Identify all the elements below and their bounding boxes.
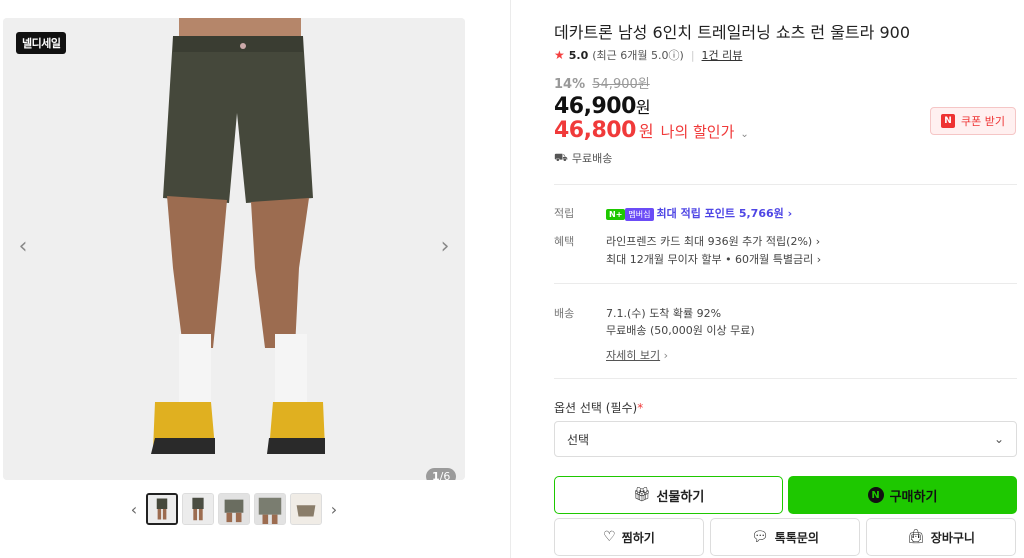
buy-label: 구매하기: [889, 489, 938, 505]
thumbnail-strip: ‹ ›: [126, 493, 342, 525]
image-counter-current: 1: [432, 470, 440, 480]
chevron-right-icon: ›: [663, 349, 669, 362]
option-select[interactable]: 선택 ⌄: [554, 421, 1017, 457]
talk-inquiry-button[interactable]: 💬︎ 톡톡문의: [710, 518, 860, 556]
rating-value: 5.0: [568, 48, 589, 62]
chat-bubble-icon: 💬︎: [751, 529, 769, 545]
gift-label: 선물하기: [656, 489, 705, 505]
thumb-prev-arrow-icon[interactable]: ‹: [126, 500, 142, 519]
heart-icon: ♡: [603, 529, 616, 545]
star-icon: ★: [554, 48, 565, 62]
membership-badge: 멤버십: [625, 207, 654, 221]
cart-icon: 👜︎: [907, 529, 925, 545]
thumbnail-3[interactable]: [218, 493, 250, 525]
delivery-detail-row[interactable]: 자세히 보기 ›: [606, 347, 668, 363]
discount-rate: 14%: [554, 77, 586, 92]
main-product-image[interactable]: 넬디세일 1/6: [3, 18, 465, 480]
buy-button[interactable]: N 구매하기: [788, 476, 1017, 514]
free-shipping-row: ⛟ 무료배송: [554, 150, 612, 166]
benefit-line-1[interactable]: 라인프렌즈 카드 최대 936원 추가 적립(2%) ›: [606, 233, 820, 249]
rating-row: ★ 5.0 (최근 6개월 5.0ⓘ) | 1건 리뷰: [554, 47, 742, 63]
chevron-down-icon: ⌄: [740, 129, 749, 140]
wish-button[interactable]: ♡ 찜하기: [554, 518, 704, 556]
option-label-text: 옵션 선택 (필수): [554, 401, 638, 415]
my-price-number: 46,800: [554, 118, 636, 143]
npay-icon: N: [867, 487, 884, 503]
product-gallery: 넬디세일 1/6 ‹ › ‹ ›: [0, 0, 510, 558]
max-points-text: 최대 적립 포인트 5,766원 ›: [656, 207, 793, 220]
sale-price-number: 46,900: [554, 94, 636, 119]
cart-button[interactable]: 👜︎ 장바구니: [866, 518, 1016, 556]
thumbnail-1[interactable]: [146, 493, 178, 525]
npay-plus-badge: N+: [606, 208, 626, 220]
sale-price-unit: 원: [635, 98, 651, 117]
coupon-button[interactable]: N 쿠폰 받기: [930, 107, 1016, 135]
sale-price: 46,900원: [554, 94, 651, 119]
required-mark: *: [637, 401, 644, 415]
gift-button[interactable]: 🎁︎ 선물하기: [554, 476, 783, 514]
my-price-label: 나의 할인가: [660, 123, 735, 141]
rating-note: (최근 6개월 5.0ⓘ): [592, 49, 684, 62]
separator: |: [690, 48, 695, 62]
delivery-fee: 무료배송 (50,000원 이상 무료): [606, 324, 755, 337]
image-counter: 1/6: [426, 468, 457, 480]
truck-icon: ⛟: [554, 150, 568, 164]
thumb-next-arrow-icon[interactable]: ›: [326, 500, 342, 519]
brand-badge: 넬디세일: [16, 32, 67, 54]
divider: [554, 184, 1017, 185]
option-label: 옵션 선택 (필수)*: [554, 399, 643, 416]
column-divider: [510, 0, 511, 558]
talk-label: 톡톡문의: [774, 530, 819, 545]
coupon-icon: N: [941, 114, 955, 128]
thumbnail-2[interactable]: [182, 493, 214, 525]
coupon-label: 쿠폰 받기: [961, 115, 1005, 128]
divider: [554, 283, 1017, 284]
discount-row: 14% 54,900원: [554, 73, 650, 92]
delivery-detail-link[interactable]: 자세히 보기: [606, 349, 660, 362]
thumbnail-5[interactable]: [290, 493, 322, 525]
shorts-illustration: [3, 18, 465, 480]
wish-label: 찜하기: [621, 530, 655, 545]
prev-image-arrow-icon[interactable]: ‹: [14, 236, 32, 258]
cart-label: 장바구니: [930, 530, 975, 545]
free-shipping-label: 무료배송: [571, 152, 613, 165]
chevron-down-icon: ⌄: [993, 432, 1004, 446]
benefit-line-2[interactable]: 최대 12개월 무이자 할부 • 60개월 특별금리 ›: [606, 251, 821, 267]
product-title: 데카트론 남성 6인치 트레일러닝 쇼츠 런 울트라 900: [554, 23, 911, 42]
image-counter-total: /6: [439, 470, 451, 480]
points-label: 적립: [554, 207, 575, 220]
my-price-unit: 원: [638, 122, 654, 141]
divider: [554, 378, 1017, 379]
review-count-link[interactable]: 1건 리뷰: [702, 47, 743, 63]
option-select-value: 선택: [567, 432, 590, 447]
thumbnail-4[interactable]: [254, 493, 286, 525]
product-info-panel: 데카트론 남성 6인치 트레일러닝 쇼츠 런 울트라 900 ★ 5.0 (최근…: [554, 0, 1018, 558]
delivery-eta: 7.1.(수) 도착 확률 92%: [606, 307, 722, 320]
benefit-label: 혜택: [554, 235, 575, 248]
gift-icon: 🎁︎: [632, 487, 651, 503]
delivery-label: 배송: [554, 307, 575, 320]
my-discount-price[interactable]: 46,800 원 나의 할인가 ⌄: [554, 118, 749, 143]
next-image-arrow-icon[interactable]: ›: [436, 236, 454, 258]
points-row[interactable]: N+ 멤버십 최대 적립 포인트 5,766원 ›: [606, 205, 792, 221]
original-price: 54,900원: [592, 77, 650, 92]
